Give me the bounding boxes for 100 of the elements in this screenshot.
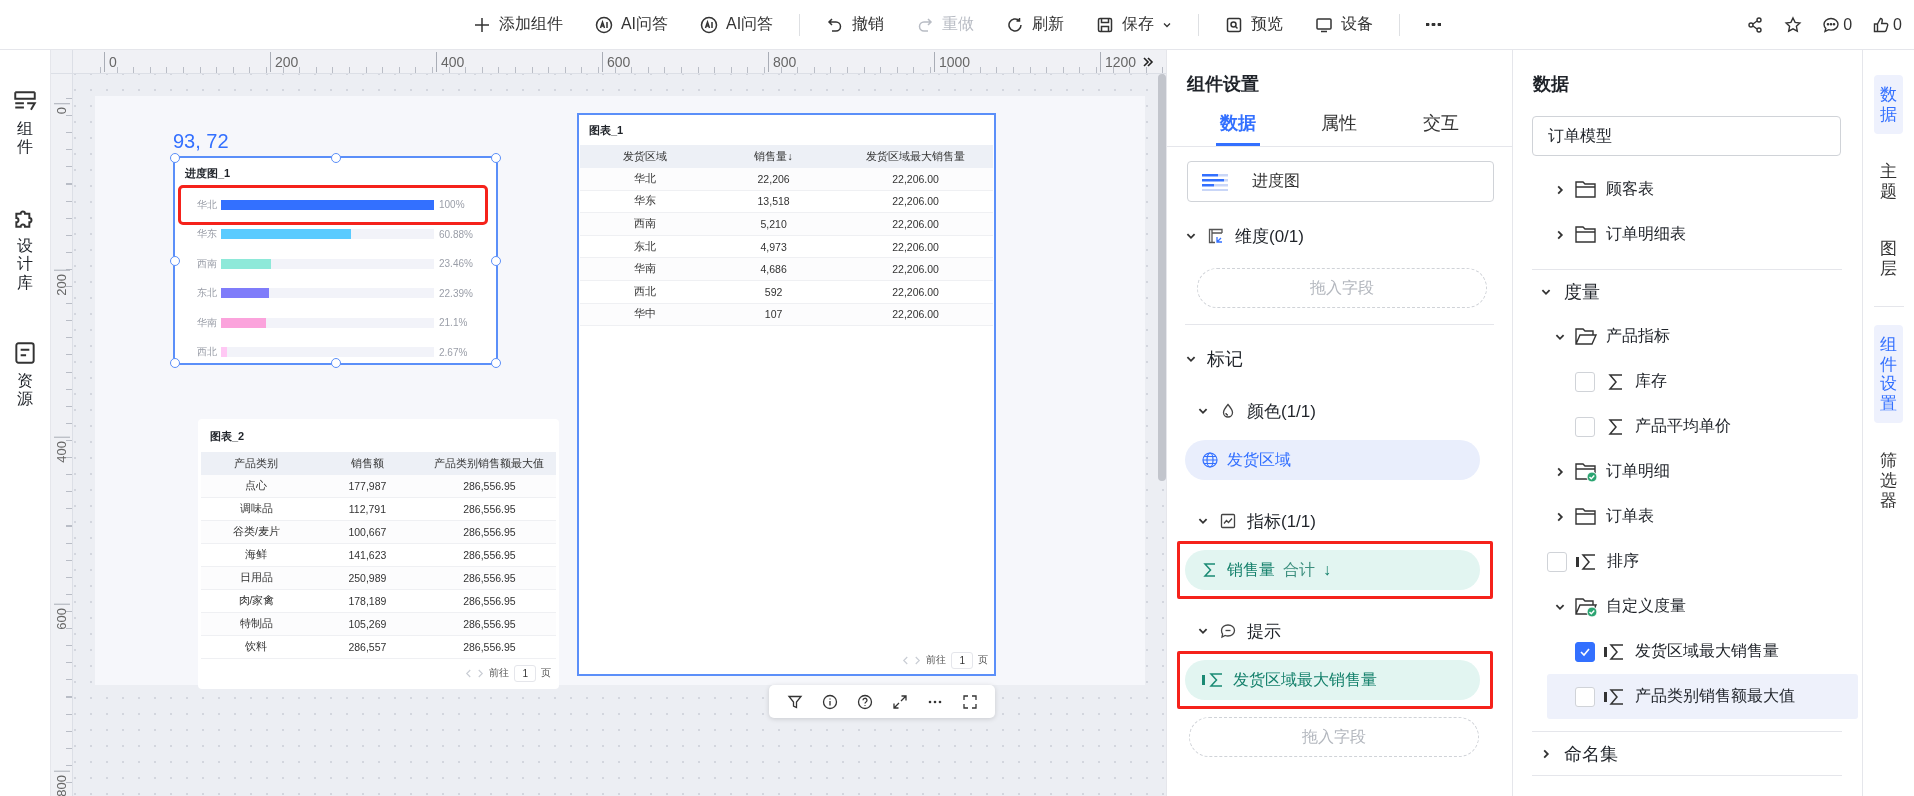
resize-handle[interactable] (170, 255, 180, 266)
tree-item[interactable]: 订单明细表 (1513, 212, 1862, 257)
tree-item[interactable]: 排序 (1513, 539, 1862, 584)
refresh-icon (1006, 15, 1025, 34)
resize-handle[interactable] (491, 358, 501, 368)
document-icon (12, 339, 38, 366)
sidebar-item[interactable]: 资源 (12, 339, 38, 409)
resize-handle[interactable] (491, 153, 501, 163)
page-unit-label: 页 (978, 653, 988, 667)
toolbar-button[interactable]: 添加组件 (458, 10, 577, 39)
table-cell-text: 592 (763, 285, 784, 298)
tree-group[interactable]: 度量 (1532, 269, 1842, 314)
resize-handle[interactable] (170, 153, 180, 163)
chart-type-select[interactable]: 进度图 (1187, 161, 1494, 202)
page-input[interactable]: 1 (951, 651, 973, 669)
toolbar-button[interactable]: 保存 (1082, 10, 1187, 39)
table-cell-text: 西南 (632, 217, 657, 231)
tree-item[interactable]: 产品类别销售额最大值 (1547, 674, 1858, 719)
column-header[interactable]: 销售量↓ (709, 149, 839, 164)
fullscreen-icon[interactable] (961, 693, 978, 710)
page-input[interactable]: 1 (514, 664, 536, 682)
toolbar-button[interactable]: 刷新 (992, 10, 1079, 39)
scrollbar-thumb[interactable] (1158, 74, 1166, 481)
side-tab[interactable]: 主题 (1874, 152, 1903, 212)
table-card[interactable]: 图表_1 发货区域 销售量↓ 发货区域最大销售量 华北 22,206 22,206.00 华东 13,518 22,206.00 西南 5,210 22,206.00 东北 4,973 22,206.00 华南 4,686 22,206.00 西北 592 22,206.00 华中 107 22,206.00 前往 1 页 (577, 113, 996, 676)
tree-item[interactable]: 顾客表 (1513, 167, 1862, 212)
double-chevron-icon[interactable] (1142, 56, 1154, 68)
table-cell-text: 22,206.00 (891, 308, 940, 321)
column-header[interactable]: 销售额 (311, 456, 423, 471)
table-cell-text: 286,556.95 (462, 641, 517, 653)
share-icon (1746, 15, 1765, 34)
category-label: 华北 (197, 197, 218, 212)
column-header[interactable]: 产品类别 (201, 456, 312, 471)
side-tab[interactable]: 数据 (1874, 75, 1903, 135)
tab[interactable]: 交互 (1419, 102, 1464, 146)
table-cell-text: 饮料 (244, 640, 269, 654)
folder-check-icon (1574, 595, 1598, 618)
table-card[interactable] (198, 419, 559, 689)
table-cell-text: 肉/家禽 (237, 594, 276, 608)
sidebar-item[interactable]: 组件 (12, 88, 38, 157)
column-header[interactable]: 发货区域最大销售量 (838, 149, 993, 164)
expand-icon[interactable] (891, 693, 908, 710)
column-header[interactable]: 发货区域 (580, 149, 710, 164)
table-cell-text: 谷类/麦片 (232, 525, 281, 539)
like-icon (1872, 15, 1891, 34)
tab[interactable]: 属性 (1317, 102, 1362, 146)
info-icon[interactable] (821, 693, 838, 710)
checkbox[interactable] (1575, 641, 1595, 662)
tree-item[interactable]: 产品指标 (1513, 314, 1862, 359)
toolbar-button[interactable]: 设备 (1301, 10, 1388, 39)
table-cell-text: 华北 (632, 171, 657, 186)
tree-item[interactable]: 订单明细 (1513, 449, 1862, 494)
tab[interactable]: 数据 (1215, 102, 1260, 146)
folder-icon (1574, 505, 1598, 528)
resize-handle[interactable] (330, 358, 341, 368)
progress-chart-card[interactable]: 进度图_1 华北 100% 华东 60.88% 西南 23.46% 东北 22.39% 华南 21.1% 西北 2.67% (173, 156, 498, 365)
ruler-label: 800 (54, 771, 70, 796)
toolbar-button[interactable]: 预览 (1211, 10, 1298, 39)
speech-bubble-icon (1219, 622, 1237, 640)
tree-item[interactable]: 订单表 (1513, 494, 1862, 539)
field-pill[interactable]: 发货区域 (1185, 440, 1480, 480)
side-tab[interactable]: 筛选器 (1874, 441, 1903, 521)
tree-item[interactable]: 产品平均单价 (1513, 404, 1862, 449)
resize-handle[interactable] (491, 255, 501, 266)
ruler-label: 1200 (1100, 52, 1137, 72)
tree-item[interactable]: 自定义度量 (1513, 584, 1862, 629)
toolbar-button[interactable]: AI问答 (580, 10, 682, 39)
model-select[interactable]: 订单模型 (1532, 116, 1841, 156)
page-unit-label: 页 (541, 666, 551, 680)
section-label: 标记 (1207, 348, 1243, 371)
side-tab[interactable]: 组件设置 (1874, 325, 1903, 424)
filter-icon[interactable] (786, 693, 803, 710)
toolbar-button[interactable]: 撤销 (812, 10, 899, 39)
tree-item[interactable]: 库存 (1513, 359, 1862, 404)
tree-group[interactable]: 命名集 (1532, 731, 1842, 776)
field-pill[interactable]: 销售量 合计 ↓ (1185, 550, 1480, 590)
resize-handle[interactable] (170, 358, 180, 368)
folder-icon (1574, 223, 1598, 246)
section-label: 颜色(1/1) (1247, 400, 1316, 423)
percent-label: 21.1% (439, 317, 468, 329)
ai-icon (700, 15, 718, 34)
help-icon[interactable] (856, 693, 873, 710)
sidebar-item[interactable]: 设计库 (12, 204, 38, 292)
like-button[interactable]: 0 (1872, 15, 1902, 34)
category-label: 华南 (197, 315, 218, 330)
table-cell-text: 东北 (632, 239, 657, 254)
resize-handle[interactable] (330, 153, 341, 163)
column-header[interactable]: 产品类别销售额最大值 (422, 456, 556, 471)
table-cell-text: 178,189 (347, 595, 388, 607)
share-button[interactable] (1746, 15, 1765, 34)
star-button[interactable] (1784, 15, 1803, 34)
tree-item[interactable]: 发货区域最大销售量 (1513, 629, 1862, 674)
table-cell-text: 4,973 (759, 240, 788, 253)
toolbar-button[interactable]: AI问答 (686, 10, 788, 39)
table-cell-text: 调味品 (238, 502, 274, 516)
table-cell-text: 22,206.00 (891, 285, 940, 298)
table-cell-text: 华中 (632, 307, 657, 322)
field-pill[interactable]: 发货区域最大销售量 (1185, 660, 1480, 700)
side-tab[interactable]: 图层 (1874, 229, 1903, 289)
comment-button[interactable]: 0 (1822, 15, 1853, 34)
